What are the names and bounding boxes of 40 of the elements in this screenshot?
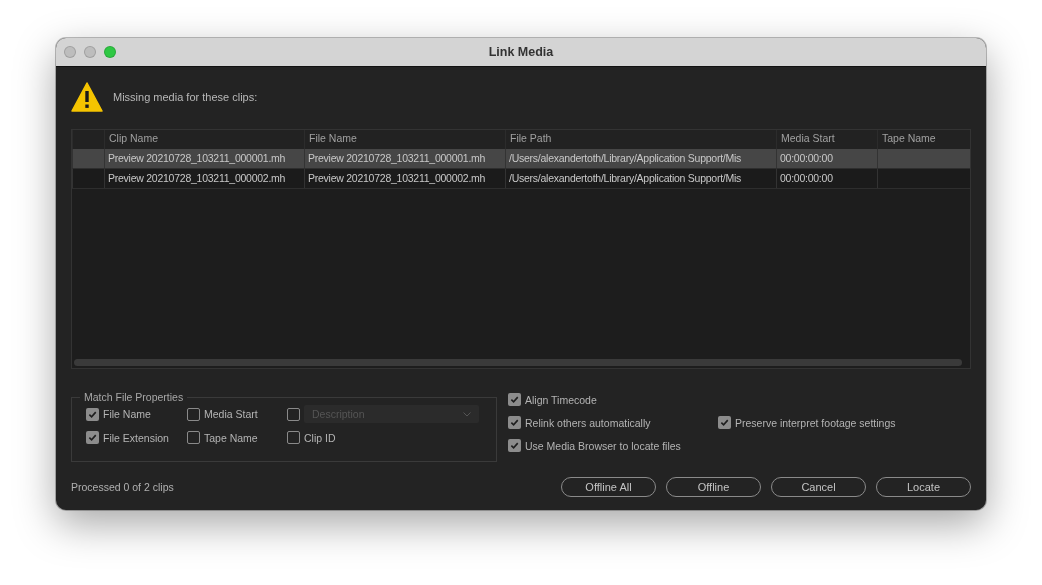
checkbox-label[interactable]: File Extension bbox=[103, 431, 169, 444]
checkbox[interactable] bbox=[508, 439, 521, 452]
chevron-icon bbox=[463, 411, 471, 417]
status-text: Processed 0 of 2 clips bbox=[71, 481, 175, 493]
table-row[interactable]: Preview 20210728_103211_000002.mh Preview 20210728_103211_000002.mh /Users/alexandertoth/Library/Application Support/Mis 00:00:00:00 bbox=[72, 169, 970, 189]
checkbox-label[interactable]: Clip ID bbox=[304, 431, 336, 444]
checkbox-label[interactable]: Media Start bbox=[204, 408, 258, 420]
column-header[interactable]: File Name bbox=[304, 130, 505, 149]
table-cell: /Users/alexandertoth/Library/Application Support/Mis bbox=[505, 149, 776, 168]
checkbox-label[interactable]: Preserve interpret footage settings bbox=[735, 416, 896, 429]
table-cell: Preview 20210728_103211_000001.mh bbox=[104, 149, 304, 168]
column-header[interactable]: Tape Name bbox=[877, 130, 970, 149]
checkbox[interactable] bbox=[287, 431, 300, 444]
warning-message: Missing media for these clips: bbox=[113, 91, 258, 103]
column-header[interactable]: Media Start bbox=[776, 130, 877, 149]
checkbox-label[interactable]: Tape Name bbox=[204, 431, 258, 444]
table-cell: Preview 20210728_103211_000001.mh bbox=[304, 149, 505, 168]
table-cell: 00:00:00:00 bbox=[776, 169, 877, 188]
checkbox[interactable] bbox=[508, 416, 521, 429]
scrollbar[interactable] bbox=[74, 359, 962, 366]
checkbox[interactable] bbox=[187, 431, 200, 444]
checkbox[interactable] bbox=[86, 431, 99, 444]
checkbox[interactable] bbox=[86, 407, 99, 421]
warning-icon bbox=[71, 82, 103, 112]
column-header[interactable]: File Path bbox=[505, 130, 776, 149]
checkbox-label[interactable]: File Name bbox=[103, 408, 151, 420]
table-cell: Preview 20210728_103211_000002.mh bbox=[304, 169, 505, 188]
table-cell: 00:00:00:00 bbox=[776, 149, 877, 168]
checkbox[interactable] bbox=[718, 416, 731, 429]
checkbox[interactable] bbox=[187, 407, 200, 421]
column-header[interactable]: Clip Name bbox=[104, 130, 304, 149]
table-cell: /Users/alexandertoth/Library/Application Support/Mis bbox=[505, 169, 776, 188]
checkbox[interactable] bbox=[508, 393, 521, 406]
table-cell: Preview 20210728_103211_000002.mh bbox=[104, 169, 304, 188]
group-title: Match File Properties bbox=[83, 391, 185, 403]
checkbox-label[interactable]: Use Media Browser to locate files bbox=[525, 439, 681, 452]
checkbox-label[interactable]: Align Timecode bbox=[525, 393, 597, 406]
checkbox-label[interactable]: Relink others automatically bbox=[525, 416, 651, 429]
table-row[interactable]: Preview 20210728_103211_000001.mh Preview 20210728_103211_000001.mh /Users/alexandertoth/Library/Application Support/Mis 00:00:00:00 bbox=[72, 149, 970, 169]
window-title: Link Media bbox=[487, 45, 555, 59]
